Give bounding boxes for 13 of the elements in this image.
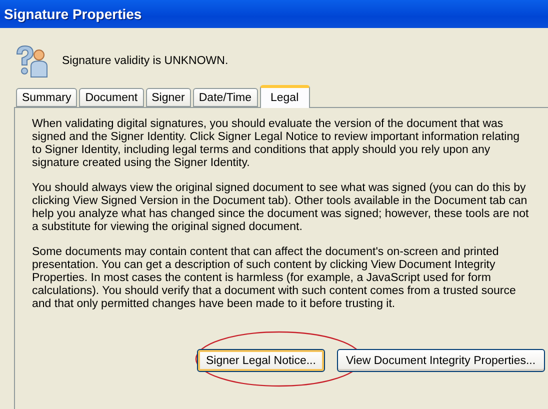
window-title: Signature Properties [0, 0, 548, 28]
tab[interactable]: Document [79, 88, 144, 107]
legal-paragraph: You should always view the original signed document to see what was signed (you can do this by clicking View Signed Version in the Document tab). Other tools available in the Document tab can help you analyze what has changed since the document was signed; however, these tools are not a substitute for viewing the original signed document. [32, 182, 530, 234]
legal-paragraph: When validating digital signatures, you should evaluate the version of the document that was signed and the Signer Identity. Click Signer Legal Notice to review important information relating to Signer Identity, including legal terms and conditions that apply should you rely upon any signature created using the Signer Identity. [32, 118, 521, 170]
validity-message: Signature validity is UNKNOWN. [62, 55, 228, 67]
tab[interactable]: Summary [16, 88, 78, 107]
tab[interactable]: Date/Time [192, 88, 258, 107]
unknown-signer-icon [14, 44, 48, 78]
legal-paragraph: Some documents may contain content that can affect the document's on-screen and printed presentation. You can get a description of such content by clicking View Document Integrity Properties. In most cases the content is harmless (for example, a JavaScript used for form calculations). You should verify that a document with such content comes from a trusted source and that only permitted changes have been made to it before trusting it. [32, 246, 517, 311]
tab[interactable]: Signer [146, 88, 191, 107]
tab[interactable]: Legal [260, 85, 310, 108]
dialog-button[interactable]: Signer Legal Notice... [197, 349, 325, 372]
dialog-button[interactable]: View Document Integrity Properties... [336, 349, 545, 372]
